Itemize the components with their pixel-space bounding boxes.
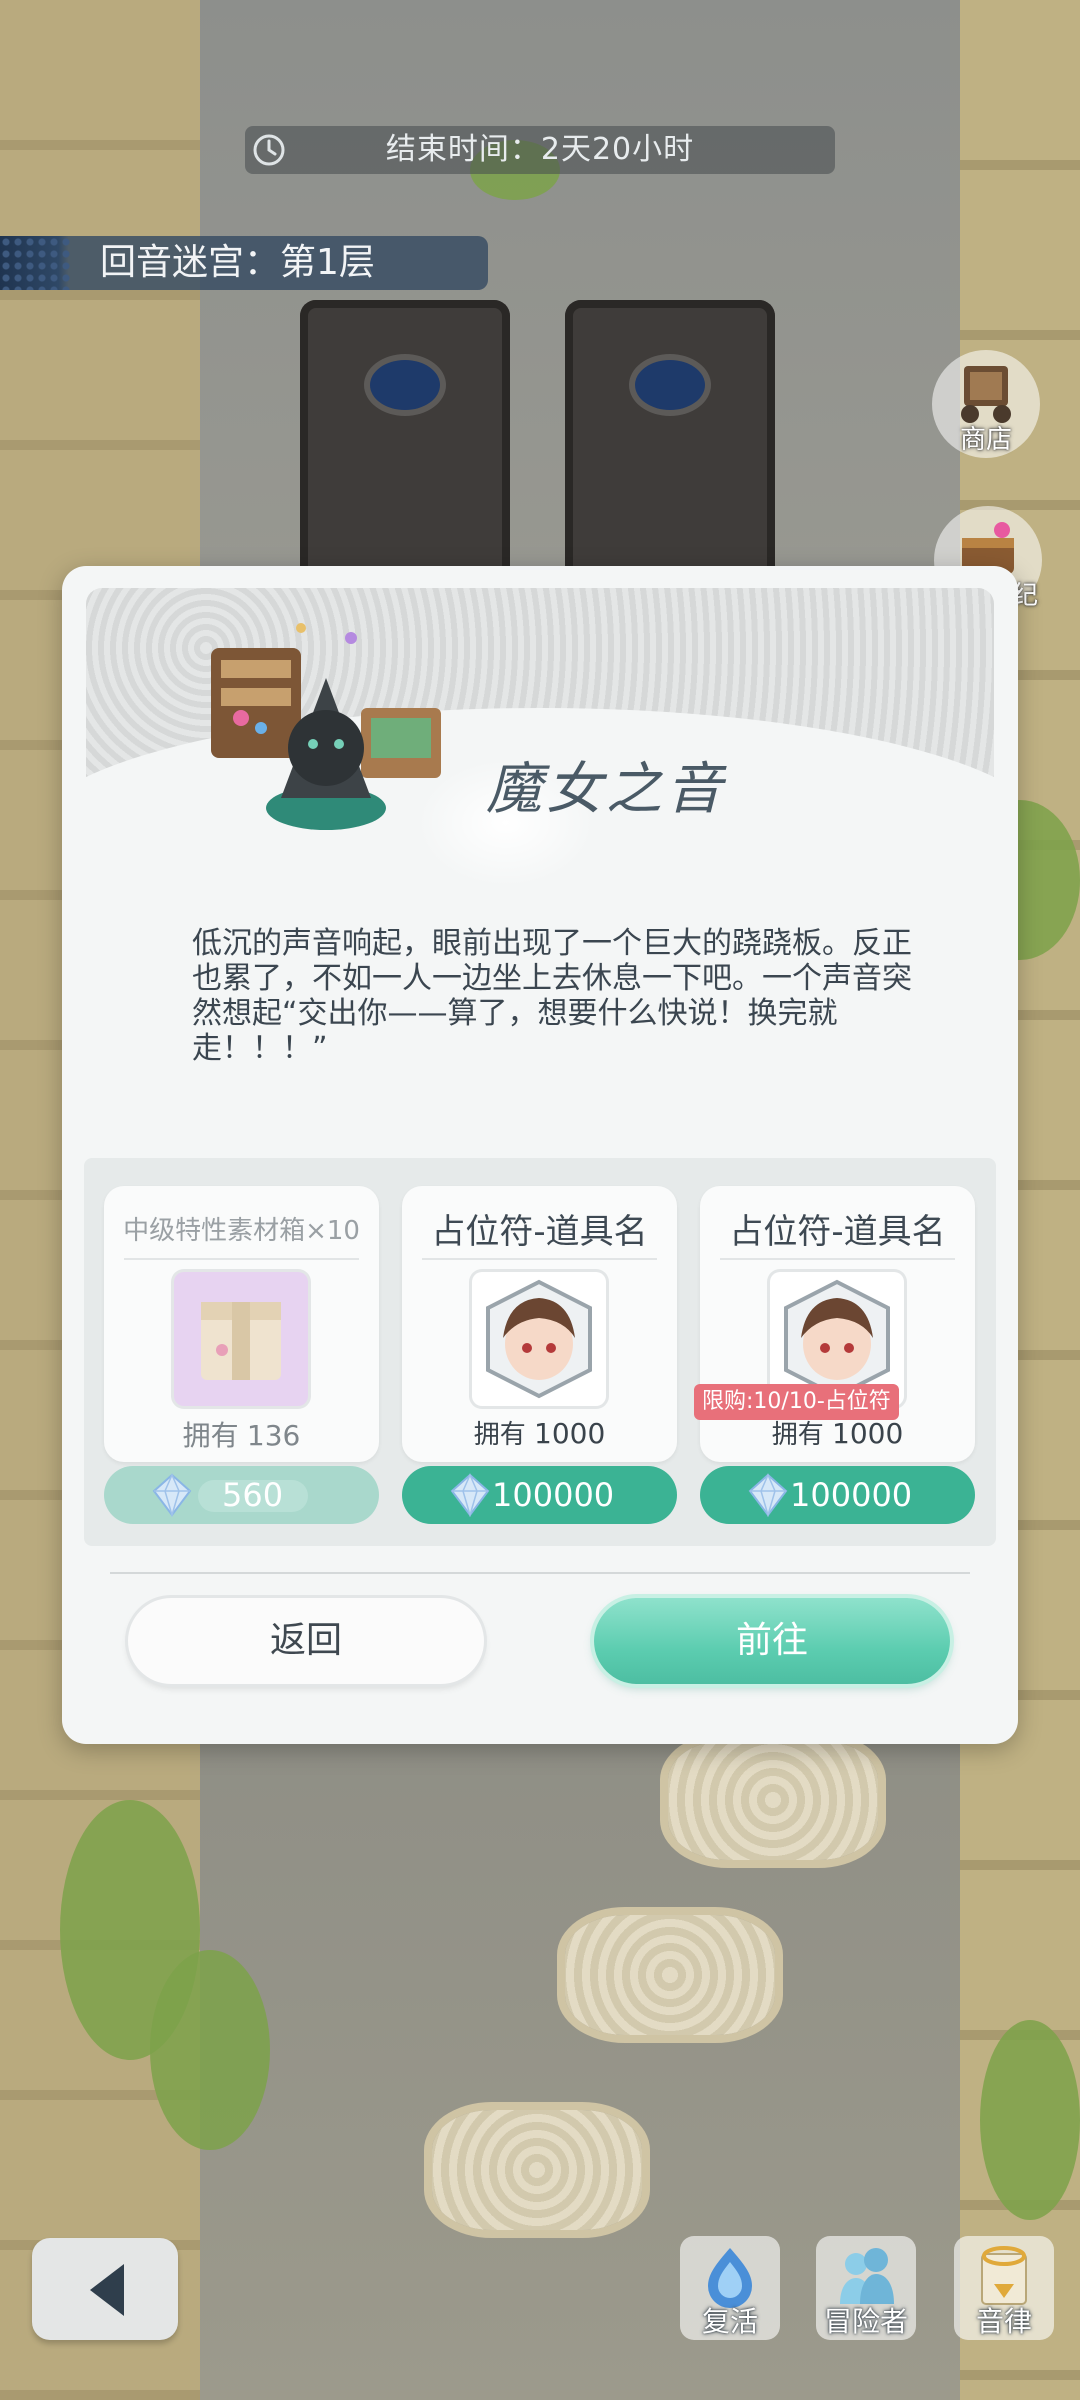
crystal-icon: [152, 1473, 192, 1517]
nav-back-button[interactable]: [32, 2238, 178, 2340]
crystal-icon: [450, 1473, 490, 1517]
left-arrow-icon: [90, 2264, 124, 2316]
price-value: 100000: [790, 1476, 913, 1514]
buy-button[interactable]: 560: [104, 1466, 379, 1524]
revive-button[interactable]: 复活: [680, 2236, 780, 2340]
divider: [110, 1572, 970, 1574]
item-name: 占位符-道具名: [729, 1212, 946, 1252]
revive-label: 复活: [701, 2305, 758, 2338]
melody-label: 音律: [975, 2305, 1032, 2338]
price-value: 560: [222, 1476, 284, 1514]
buy-button[interactable]: 100000: [402, 1466, 677, 1524]
item-owned: 拥有 1000: [402, 1414, 677, 1451]
event-dialog: 魔女之音 低沉的声音响起，眼前出现了一个巨大的跷跷板。反正也累了，不如一人一边坐…: [62, 566, 1018, 1744]
dark-pillar-right: [565, 300, 775, 590]
melody-button[interactable]: 音律: [954, 2236, 1054, 2340]
shop-item-card[interactable]: 中级特性素材箱×10 拥有 136: [104, 1186, 379, 1462]
item-name: 中级特性素材箱×10: [123, 1216, 360, 1246]
item-owned: 拥有 136: [104, 1414, 379, 1454]
stone-step: [432, 2110, 642, 2340]
event-timer: 结束时间：2天20小时: [245, 126, 835, 174]
timer-text: 结束时间：2天20小时: [385, 132, 695, 167]
item-name: 占位符-道具名: [431, 1212, 648, 1252]
owned-label: 拥有: [771, 1420, 824, 1450]
music-scroll-icon: [981, 2246, 1027, 2305]
material-box-icon: [174, 1272, 308, 1406]
adventurers-icon: [840, 2248, 894, 2304]
shop-label: 商店: [959, 425, 1012, 455]
price-value: 100000: [492, 1476, 615, 1514]
go-button[interactable]: 前往: [594, 1598, 950, 1684]
shop-item-card[interactable]: 占位符-道具名 拥有 1000: [402, 1186, 677, 1462]
shop-items-panel: 中级特性素材箱×10 拥有 136 560 占位符-道具名 拥有 1000 10…: [84, 1158, 996, 1546]
shop-item-card[interactable]: 占位符-道具名 限购:10/10-占位符 拥有 1000: [694, 1186, 975, 1462]
floor-indicator: 回音迷宫：第1层: [0, 236, 488, 290]
crystal-icon: [748, 1473, 788, 1517]
owned-label: 拥有: [473, 1420, 526, 1450]
event-description: 低沉的声音响起，眼前出现了一个巨大的跷跷板。反正也累了，不如一人一边坐上去休息一…: [192, 926, 912, 1066]
back-button[interactable]: 返回: [128, 1598, 484, 1684]
buy-button[interactable]: 100000: [700, 1466, 975, 1524]
revive-icon: [708, 2248, 752, 2308]
item-owned: 拥有 1000: [700, 1414, 975, 1451]
character-portrait-icon: [472, 1272, 606, 1406]
dialog-header: 魔女之音: [62, 588, 1018, 968]
adventurer-label: 冒险者: [823, 2305, 908, 2338]
floor-text: 回音迷宫：第1层: [100, 242, 375, 283]
owned-count: 1000: [534, 1417, 606, 1450]
adventurer-button[interactable]: 冒险者: [816, 2236, 916, 2340]
owned-count: 1000: [832, 1417, 904, 1450]
shop-button[interactable]: 商店: [932, 350, 1040, 458]
dark-pillar-left: [300, 300, 510, 590]
owned-label: 拥有: [182, 1419, 239, 1452]
owned-count: 136: [246, 1419, 301, 1452]
witch-merchant-icon: [211, 623, 441, 830]
dialog-title: 魔女之音: [486, 757, 726, 822]
